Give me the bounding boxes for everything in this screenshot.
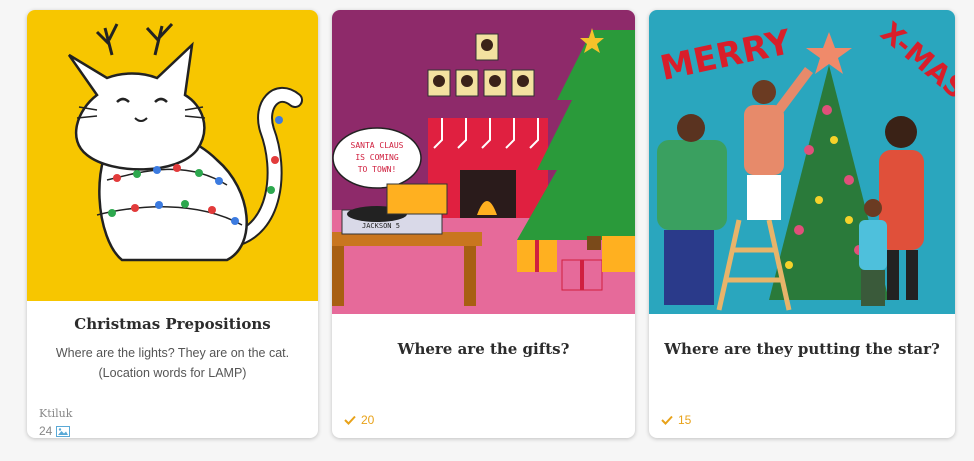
card-description: Where are the lights? They are on the ca…: [41, 343, 304, 383]
likes-value: 15: [678, 413, 692, 427]
card-title[interactable]: Christmas Prepositions: [27, 315, 318, 333]
card-image-tree-decorating[interactable]: MERRY X-MAS: [649, 10, 955, 314]
likes-count[interactable]: 15: [661, 413, 691, 427]
card-image-living-room[interactable]: SANTA CLAUS IS COMING TO TOWN! JACKSON 5: [332, 10, 635, 314]
image-count-value: 24: [39, 424, 53, 438]
speech-bubble-text: TO TOWN!: [358, 165, 397, 174]
card-where-are-the-gifts[interactable]: SANTA CLAUS IS COMING TO TOWN! JACKSON 5…: [332, 10, 635, 438]
description-line: Where are the lights? They are on the ca…: [55, 346, 290, 360]
record-label: JACKSON 5: [362, 222, 400, 230]
likes-count[interactable]: 20: [344, 413, 374, 427]
author-name[interactable]: Ktiluk: [39, 407, 72, 420]
card-title[interactable]: Where are they putting the star?: [649, 340, 955, 358]
speech-bubble-text: IS COMING: [355, 153, 399, 162]
description-line: (Location words for LAMP): [98, 366, 247, 380]
check-icon: [344, 415, 356, 425]
card-christmas-prepositions[interactable]: Christmas Prepositions Where are the lig…: [27, 10, 318, 438]
likes-value: 20: [361, 413, 375, 427]
card-title[interactable]: Where are the gifts?: [332, 340, 635, 358]
card-where-are-they-putting-the-star[interactable]: MERRY X-MAS Where are they putting the s…: [649, 10, 955, 438]
image-count: 24: [39, 424, 71, 438]
check-icon: [661, 415, 673, 425]
image-icon: [56, 425, 71, 437]
speech-bubble-text: SANTA CLAUS: [351, 141, 404, 150]
card-image-cat[interactable]: [27, 10, 318, 301]
